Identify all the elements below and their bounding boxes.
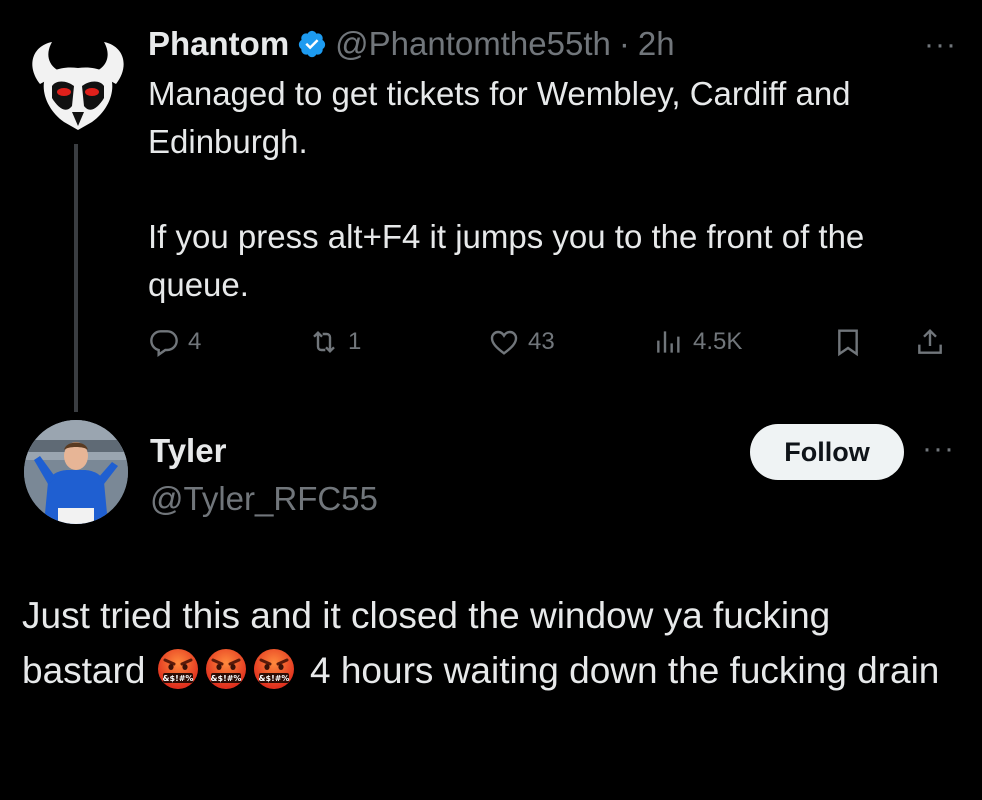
follow-button[interactable]: Follow [750,424,904,480]
svg-text:&$!#%: &$!#% [210,674,241,683]
emoji-group: &$!#% &$!#% &$!#% [156,649,300,691]
thread-connector-line [74,144,78,412]
reply-more-options-icon[interactable]: ··· [922,432,955,466]
like-count: 43 [528,328,555,355]
tweet-timestamp[interactable]: 2h [638,25,675,63]
reply-count: 4 [188,328,202,355]
views-chart-icon [657,331,680,353]
share-icon [918,328,942,354]
svg-text:&$!#%: &$!#% [258,674,289,683]
reply-author-name[interactable]: Tyler [150,432,226,470]
svg-text:&$!#%: &$!#% [162,674,193,683]
tweet-body: Managed to get tickets for Wembley, Card… [148,70,958,309]
bookmark-icon [838,329,858,357]
reply-text-part2: 4 hours waiting down the fucking drain [309,650,940,691]
more-options-icon[interactable]: ··· [924,28,957,62]
angry-symbols-face-emoji-icon: &$!#% [253,649,294,689]
views-count: 4.5K [693,328,743,355]
tweet-header: Phantom @Phantomthe55th · 2h [148,22,675,66]
tweet-action-bar: 4 1 43 4.5K [148,322,958,362]
footballer-photo [24,420,128,524]
devil-mask-icon [32,42,124,130]
repost-icon [313,330,335,354]
bookmark-button[interactable] [832,322,864,362]
tyler-avatar[interactable] [24,420,128,524]
verified-badge-icon [297,29,327,59]
angry-symbols-face-emoji-icon: &$!#% [205,649,246,689]
reply-button[interactable]: 4 [148,322,201,362]
reply-icon [150,330,178,357]
phantom-avatar[interactable] [22,26,134,138]
tweet-paragraph: If you press alt+F4 it jumps you to the … [148,218,865,303]
views-button[interactable]: 4.5K [653,322,742,362]
repost-count: 1 [348,328,362,355]
tweet-paragraph: Managed to get tickets for Wembley, Card… [148,75,851,160]
author-handle[interactable]: @Phantomthe55th [335,25,611,63]
tweet-thread: Phantom @Phantomthe55th · 2h ··· Managed… [0,0,982,800]
repost-button[interactable]: 1 [308,322,361,362]
angry-symbols-face-emoji-icon: &$!#% [157,649,198,689]
author-name[interactable]: Phantom [148,25,289,63]
dot-separator: · [618,25,630,62]
heart-icon [490,330,518,355]
reply-body: Just tried this and it closed the window… [22,588,962,698]
like-button[interactable]: 43 [488,322,555,362]
reply-author-handle[interactable]: @Tyler_RFC55 [150,480,378,518]
share-button[interactable] [914,322,946,362]
